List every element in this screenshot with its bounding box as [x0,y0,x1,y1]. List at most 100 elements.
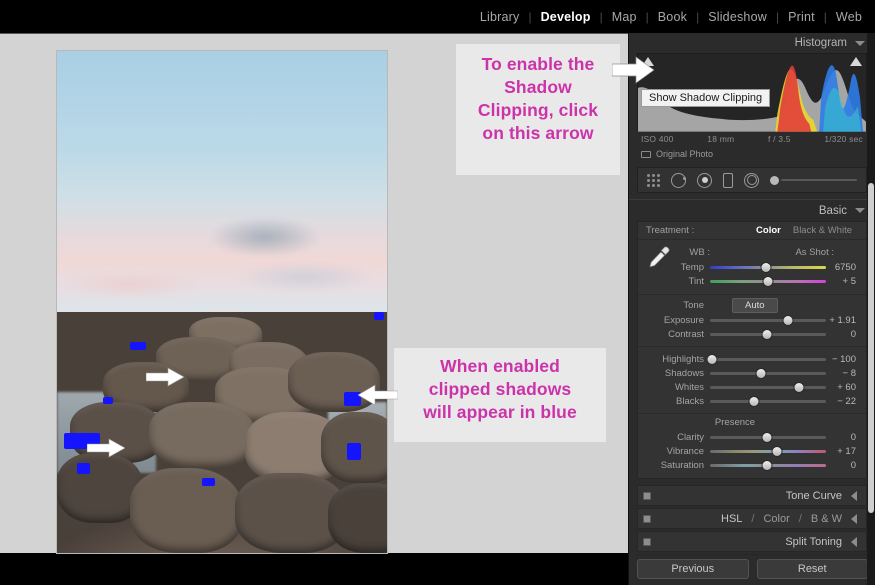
section-tone-curve[interactable]: Tone Curve [637,485,867,506]
whites-knob[interactable] [794,382,804,392]
whites-track[interactable] [710,382,826,392]
tone-block: Tone Auto Exposure + 1.91 Contrast 0 Hig… [638,295,866,413]
basic-panel-header[interactable]: Basic [629,199,875,221]
wb-value[interactable]: As Shot : [795,247,858,258]
panel-switch-icon[interactable] [643,492,651,500]
saturation-knob[interactable] [762,460,772,470]
triangle-left-icon[interactable] [851,490,857,501]
chevron-down-icon[interactable] [855,208,865,213]
slider-exposure[interactable]: Exposure + 1.91 [638,313,866,327]
slider-highlights[interactable]: Highlights − 100 [638,352,866,366]
photo-sky [57,51,387,343]
slider-temp[interactable]: Temp 6750 [638,260,866,274]
slider-saturation[interactable]: Saturation 0 [638,458,866,472]
slider-tint[interactable]: Tint + 5 [638,274,866,288]
highlights-track[interactable] [707,354,826,364]
tone-curve-title: Tone Curve [785,489,842,502]
tone-label: Tone [683,299,704,311]
filled-circle-icon[interactable] [697,172,712,188]
module-map[interactable]: Map [603,10,646,24]
right-panel-scrollbar[interactable] [867,33,875,585]
treatment-color-option[interactable]: Color [750,225,787,236]
contrast-knob[interactable] [762,329,772,339]
photo-rock [149,402,255,468]
shadows-track[interactable] [710,368,826,378]
bw-label[interactable]: B & W [811,513,842,525]
scrollbar-thumb[interactable] [868,183,874,513]
treatment-bw-option[interactable]: Black & White [787,225,858,236]
panel-switch-icon[interactable] [643,515,651,523]
module-book[interactable]: Book [649,10,696,24]
module-web[interactable]: Web [827,10,871,24]
circle-dot-icon[interactable] [671,172,686,188]
module-slideshow[interactable]: Slideshow [699,10,776,24]
shadows-label: Shadows [664,367,704,379]
vibrance-knob[interactable] [772,446,782,456]
rectangle-icon[interactable] [723,172,733,188]
clarity-track[interactable] [710,432,826,442]
shadows-knob[interactable] [756,368,766,378]
shadows-value: − 8 [842,367,856,379]
exposure-label: Exposure [663,314,704,326]
photo-cloud [63,271,196,297]
slider-contrast[interactable]: Contrast 0 [638,327,866,341]
grid-dots-icon[interactable] [647,173,660,187]
color-label[interactable]: Color [763,513,789,525]
vibrance-track[interactable] [710,446,826,456]
iso-value: ISO 400 [641,134,674,144]
exposure-knob[interactable] [783,315,793,325]
note1-line4: on this arrow [482,123,594,144]
panel-switch-icon[interactable] [643,538,651,546]
auto-tone-button[interactable]: Auto [732,297,778,313]
blacks-knob[interactable] [749,396,759,406]
clarity-knob[interactable] [762,432,772,442]
photo-preview[interactable] [57,51,387,553]
triangle-left-icon[interactable] [851,513,857,524]
highlight-clipping-toggle[interactable] [850,57,862,66]
section-split-toning[interactable]: Split Toning [637,531,867,552]
ring-circle-icon[interactable] [744,172,759,188]
slider-whites[interactable]: Whites + 60 [638,380,866,394]
clipped-shadow-marker [347,442,361,460]
module-print[interactable]: Print [779,10,824,24]
presence-block: Presence Clarity 0 Vibrance + 17 Saturat… [638,413,866,478]
note1-line2: Shadow [504,77,572,98]
eyedropper-icon[interactable] [646,244,672,270]
tint-track[interactable] [710,276,826,286]
hsl-label[interactable]: HSL [721,513,742,525]
photo-metadata-row: ISO 400 18 mm f / 3.5 1/320 sec [637,131,867,144]
slider-blacks[interactable]: Blacks − 22 [638,394,866,408]
original-photo-row[interactable]: Original Photo [637,144,867,159]
chevron-down-icon[interactable] [855,40,865,46]
histogram-header[interactable]: Histogram [629,33,875,53]
blacks-track[interactable] [710,396,826,406]
basic-panel: Treatment : Color Black & White WB : As … [637,221,867,479]
triangle-left-icon[interactable] [851,536,857,547]
exposure-track[interactable] [710,315,826,325]
slider-shadows[interactable]: Shadows − 8 [638,366,866,380]
module-library[interactable]: Library [471,10,529,24]
brush-slider-icon[interactable] [770,175,857,186]
tone-header: Tone Auto [638,295,866,313]
temp-knob[interactable] [761,262,771,272]
develop-tool-strip[interactable] [637,167,867,193]
module-develop[interactable]: Develop [532,10,600,24]
note1-line1: To enable the [481,54,595,74]
slider-vibrance[interactable]: Vibrance + 17 [638,444,866,458]
vibrance-value: + 17 [837,445,856,457]
reset-button[interactable]: Reset [756,559,868,579]
pointer-arrow-icon [146,367,185,387]
highlights-knob[interactable] [707,354,717,364]
temp-track[interactable] [710,262,826,272]
contrast-track[interactable] [710,329,826,339]
tint-knob[interactable] [763,276,773,286]
presence-label: Presence [714,417,756,428]
wb-row[interactable]: WB : As Shot : [638,244,866,260]
section-hsl-color-bw[interactable]: HSL / Color / B & W [637,508,867,529]
saturation-track[interactable] [710,460,826,470]
tint-label: Tint [688,275,704,287]
previous-button[interactable]: Previous [637,559,749,579]
slider-clarity[interactable]: Clarity 0 [638,430,866,444]
highlights-label: Highlights [662,353,704,365]
divider [638,346,866,347]
